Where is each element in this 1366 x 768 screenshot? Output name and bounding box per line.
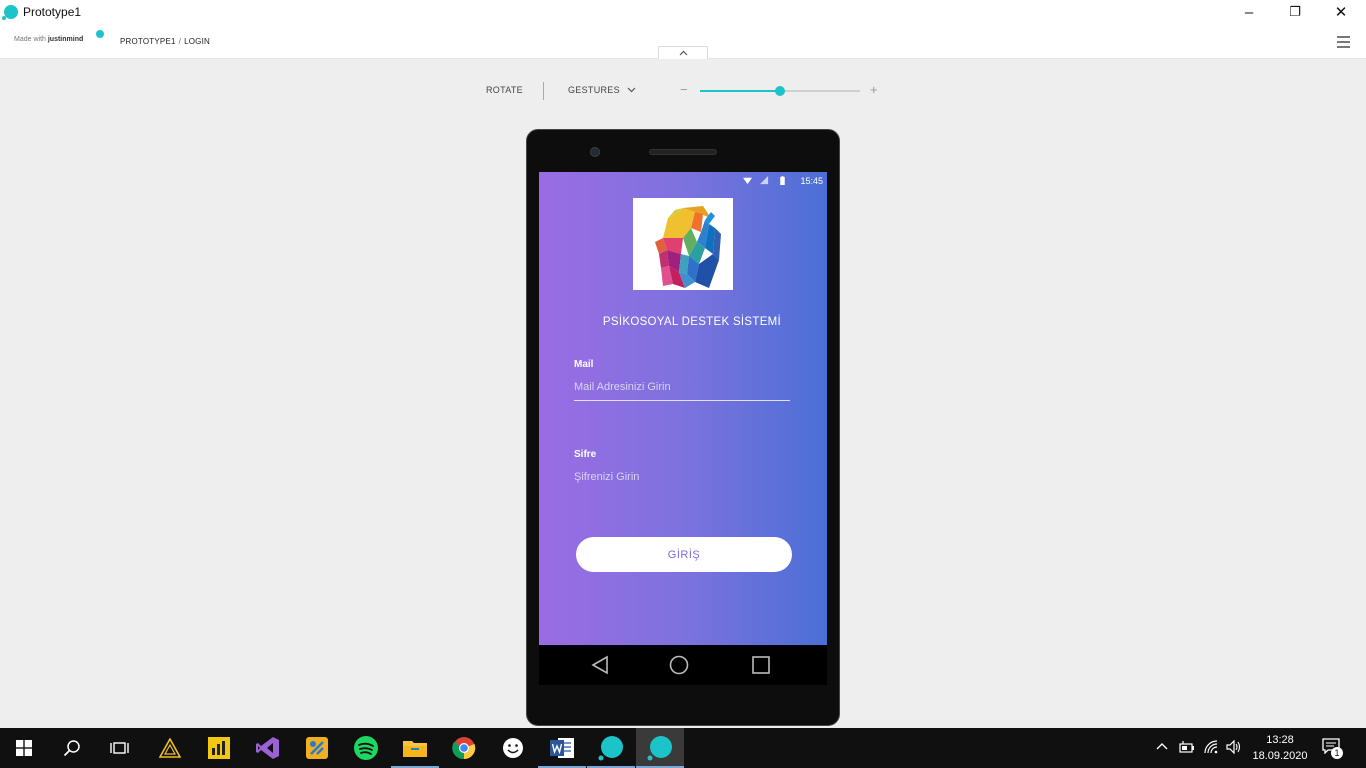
notification-count-badge: 1 xyxy=(1331,747,1343,759)
login-button[interactable]: GİRİŞ xyxy=(576,537,792,572)
gestures-dropdown[interactable]: GESTURES xyxy=(568,85,636,95)
taskbar: 13:28 18.09.2020 1 xyxy=(0,728,1366,768)
back-icon[interactable] xyxy=(590,655,610,675)
made-with-brand: justinmind xyxy=(47,36,84,43)
chevron-up-icon[interactable] xyxy=(1156,742,1168,750)
mail-input[interactable] xyxy=(574,381,790,393)
chevron-down-icon xyxy=(627,87,636,93)
wifi-icon xyxy=(743,177,752,185)
search-icon xyxy=(63,740,80,757)
window-title: Prototype1 xyxy=(23,5,82,19)
task-view-icon xyxy=(110,742,129,754)
phone-status-bar: 15:45 xyxy=(539,172,827,188)
battery-icon xyxy=(780,176,785,185)
taskbar-file-explorer[interactable] xyxy=(391,728,439,768)
app-logo-image xyxy=(633,198,733,290)
phone-navigation-bar xyxy=(539,645,827,685)
justinmind-icon xyxy=(647,736,672,761)
restore-button[interactable]: ❐ xyxy=(1272,0,1318,24)
justinmind-icon xyxy=(598,736,623,761)
taskbar-chrome[interactable] xyxy=(440,728,488,768)
breadcrumb-separator: / xyxy=(178,37,182,46)
zoom-slider[interactable] xyxy=(700,86,860,96)
breadcrumb-page: LOGIN xyxy=(184,37,210,46)
zoom-slider-fill xyxy=(700,90,780,92)
word-icon xyxy=(550,738,574,758)
clock-time: 13:28 xyxy=(1266,734,1294,746)
phone-camera-icon xyxy=(590,147,600,157)
close-button[interactable]: ✕ xyxy=(1318,0,1364,24)
home-icon[interactable] xyxy=(669,655,689,675)
windows-logo-icon xyxy=(16,740,32,756)
visual-studio-icon xyxy=(256,737,279,759)
toolbar-divider xyxy=(543,82,544,100)
taskbar-smiley-app[interactable] xyxy=(489,728,537,768)
breadcrumb-project[interactable]: PROTOTYPE1 xyxy=(120,37,176,46)
made-with-logo[interactable]: Made with justinmind xyxy=(14,36,83,43)
taskbar-word[interactable] xyxy=(538,728,586,768)
battery-charging-icon[interactable] xyxy=(1179,741,1195,753)
volume-icon[interactable] xyxy=(1226,740,1242,754)
power-bi-icon xyxy=(208,737,230,759)
brand-dot-icon xyxy=(96,30,104,38)
zoom-slider-handle[interactable] xyxy=(775,86,785,96)
chrome-icon xyxy=(452,737,476,760)
collapse-toolbar-button[interactable] xyxy=(658,46,708,59)
taskbar-app-1[interactable] xyxy=(146,728,194,768)
triangle-app-icon xyxy=(159,738,181,758)
clock-date: 18.09.2020 xyxy=(1252,750,1308,762)
taskbar-justinmind-2[interactable] xyxy=(636,728,684,768)
window-title-bar: Prototype1 – ❐ ✕ xyxy=(0,0,1366,24)
spotify-icon xyxy=(354,736,378,760)
app-title: PSİKOSOYAL DESTEK SİSTEMİ xyxy=(602,316,782,328)
taskbar-power-bi[interactable] xyxy=(195,728,243,768)
notification-center-button[interactable]: 1 xyxy=(1322,738,1344,760)
taskbar-justinmind-1[interactable] xyxy=(587,728,635,768)
app-icon xyxy=(306,737,328,759)
app-top-bar: Made with justinmind PROTOTYPE1/LOGIN xyxy=(0,24,1366,59)
zoom-in-button[interactable]: + xyxy=(870,82,878,97)
cell-signal-icon xyxy=(760,176,769,185)
network-icon[interactable] xyxy=(1204,740,1220,754)
folder-icon xyxy=(403,741,427,757)
rotate-button[interactable]: ROTATE xyxy=(486,85,523,95)
password-label: Sifre xyxy=(574,449,597,460)
password-input[interactable] xyxy=(574,471,790,483)
task-view-button[interactable] xyxy=(96,728,144,768)
phone-speaker xyxy=(649,149,717,155)
phone-status-time: 15:45 xyxy=(800,176,823,186)
app-logo-icon xyxy=(2,5,18,20)
taskbar-visual-studio[interactable] xyxy=(244,728,292,768)
taskbar-spotify[interactable] xyxy=(342,728,390,768)
hamburger-menu-icon[interactable] xyxy=(1337,36,1350,51)
mail-label: Mail xyxy=(574,359,594,370)
head-hand-logo-icon xyxy=(655,206,721,288)
mail-input-underline xyxy=(574,400,790,401)
taskbar-app-5[interactable] xyxy=(293,728,341,768)
phone-screen: 15:45 PSİKOSOYAL DESTEK SİSTEMİ Mail Mai… xyxy=(539,172,827,645)
made-with-prefix: Made with xyxy=(14,36,46,43)
breadcrumb: PROTOTYPE1/LOGIN xyxy=(120,37,210,46)
search-button[interactable] xyxy=(48,728,96,768)
start-button[interactable] xyxy=(0,728,48,768)
gestures-label: GESTURES xyxy=(568,85,620,95)
minimize-button[interactable]: – xyxy=(1226,0,1272,24)
taskbar-clock[interactable]: 13:28 18.09.2020 xyxy=(1250,732,1310,764)
chevron-up-icon xyxy=(679,50,687,56)
smiley-icon xyxy=(503,738,523,758)
phone-device-frame: 15:45 PSİKOSOYAL DESTEK SİSTEMİ Mail Mai… xyxy=(526,129,840,726)
recents-icon[interactable] xyxy=(752,656,770,674)
zoom-out-button[interactable]: − xyxy=(680,82,688,97)
